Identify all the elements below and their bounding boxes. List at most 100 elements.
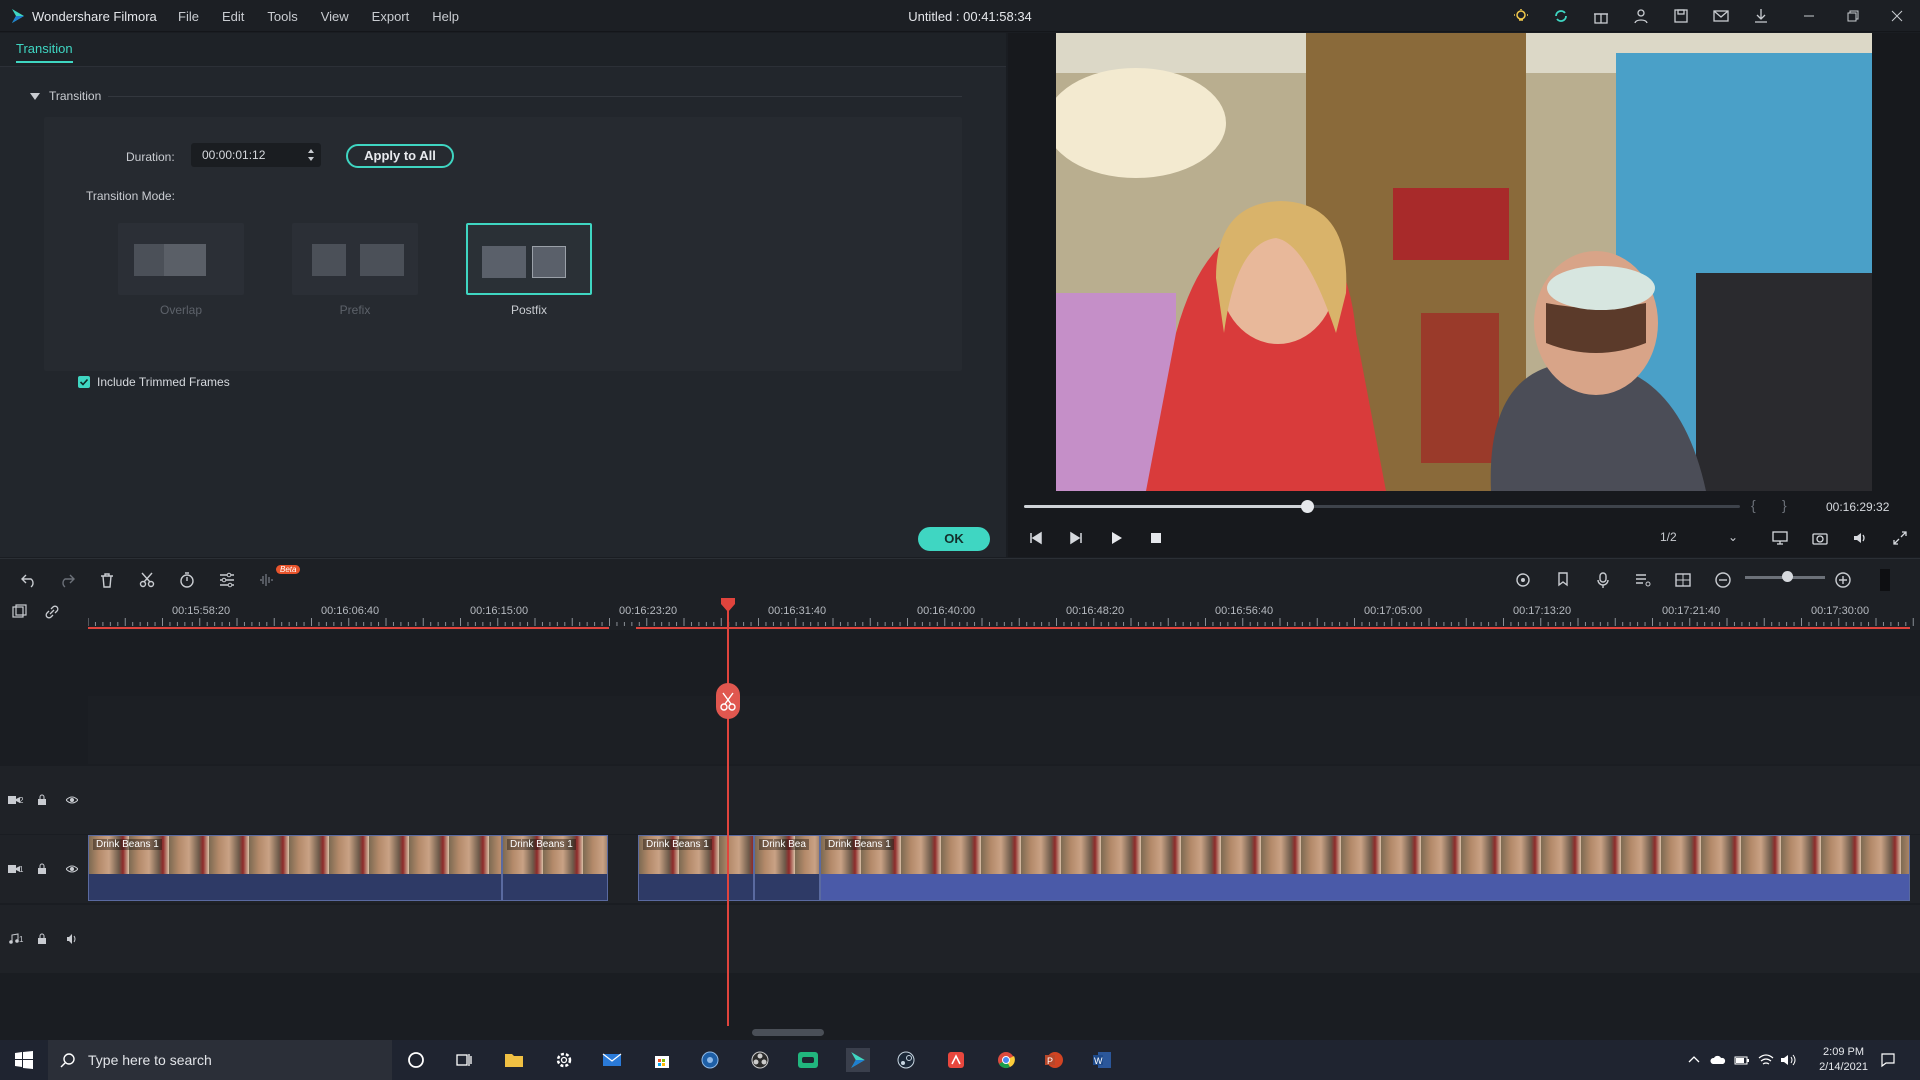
timeline-ruler[interactable]: 00:15:58:20 00:16:06:40 00:16:15:00 00:1… [0,598,1920,630]
settings-gear-icon[interactable] [552,1048,576,1072]
playhead-line[interactable] [727,598,729,1026]
mode-overlap[interactable] [118,223,244,295]
close-icon[interactable] [1888,7,1906,25]
transition-mode-label: Transition Mode: [86,189,175,203]
link-icon[interactable] [44,604,60,620]
mode-postfix-label: Postfix [510,303,547,317]
sync-icon[interactable] [1552,7,1570,25]
save-icon[interactable] [1672,7,1690,25]
audio-stretch-icon[interactable] [258,571,276,589]
speaker-icon[interactable] [66,933,78,945]
apply-to-all-button[interactable]: Apply to All [346,144,454,168]
task-view-icon[interactable] [452,1048,476,1072]
gamepad-app-icon[interactable] [796,1048,820,1072]
timeline-clip[interactable]: Drink Beans 1 [502,835,608,901]
marker-icon[interactable] [1554,571,1572,589]
mail-app-icon[interactable] [600,1048,624,1072]
display-settings-icon[interactable] [1772,530,1788,546]
clock-date: 2/14/2021 [1819,1061,1868,1073]
ok-button[interactable]: OK [918,527,990,551]
account-icon[interactable] [1632,7,1650,25]
notifications-icon[interactable] [1876,1048,1900,1072]
scrubber-progress [1024,505,1307,508]
lock-icon[interactable] [36,933,48,945]
steam-icon[interactable] [894,1048,918,1072]
voiceover-list-icon[interactable] [1634,571,1652,589]
cut-icon[interactable] [138,571,156,589]
add-track-icon[interactable] [12,604,28,620]
timeline-pause-toggle[interactable] [1880,569,1890,591]
track-video-2[interactable] [88,766,1920,834]
minimize-icon[interactable] [1800,7,1818,25]
cortana-icon[interactable] [404,1048,428,1072]
lock-icon[interactable] [36,863,48,875]
onedrive-icon[interactable] [1706,1048,1730,1072]
download-icon[interactable] [1752,7,1770,25]
spinner-arrows-icon[interactable] [307,147,315,163]
play-icon[interactable] [1108,530,1124,546]
restore-icon[interactable] [1844,7,1862,25]
mode-prefix[interactable] [292,223,418,295]
wifi-icon[interactable] [1754,1048,1778,1072]
mail-icon[interactable] [1712,7,1730,25]
video-preview-frame[interactable] [1056,33,1872,491]
timeline-horizontal-scrollbar[interactable] [752,1029,824,1036]
preview-scrubber[interactable] [1024,500,1740,513]
battery-icon[interactable] [1730,1048,1754,1072]
mark-in-icon[interactable]: { [1751,497,1756,513]
mark-out-icon[interactable]: } [1782,497,1787,513]
duration-field[interactable]: 00:00:01:12 [191,143,321,167]
mode-postfix[interactable] [466,223,592,295]
svg-text:W: W [1094,1056,1103,1066]
playhead-handle-icon[interactable] [720,598,736,612]
lock-icon[interactable] [36,794,48,806]
speaker-tray-icon[interactable] [1776,1048,1800,1072]
filmora-taskbar-icon[interactable] [846,1048,870,1072]
timeline-clip[interactable]: Drink Beans 1 [820,835,1910,901]
pip-icon[interactable] [1674,571,1692,589]
track-header-video-2: 2 [0,766,88,834]
previous-frame-icon[interactable] [1028,530,1044,546]
obs-icon[interactable] [748,1048,772,1072]
preview-quality-select[interactable]: 1/2 ⌄ [1660,530,1740,548]
redo-icon[interactable] [58,571,76,589]
stop-icon[interactable] [1148,530,1164,546]
zoom-in-icon[interactable] [1834,571,1852,589]
bulb-icon[interactable] [1512,7,1530,25]
delete-icon[interactable] [98,571,116,589]
fullscreen-icon[interactable] [1892,530,1908,546]
scrubber-handle[interactable] [1300,500,1314,513]
adjust-icon[interactable] [218,571,236,589]
section-header[interactable]: Transition [30,89,101,103]
app-circle-icon[interactable] [698,1048,722,1072]
powerpoint-icon[interactable]: P [1042,1048,1066,1072]
zoom-slider-handle[interactable] [1782,571,1793,582]
zoom-out-icon[interactable] [1714,571,1732,589]
play-reverse-icon[interactable] [1068,530,1084,546]
timeline-clip[interactable]: Drink Beans 1 [638,835,754,901]
undo-icon[interactable] [20,571,38,589]
tab-transition[interactable]: Transition [16,41,73,63]
include-trimmed-frames-checkbox[interactable]: Include Trimmed Frames [78,375,230,389]
render-icon[interactable] [1514,571,1532,589]
eye-icon[interactable] [66,863,78,875]
tray-chevron-up-icon[interactable] [1682,1048,1706,1072]
microphone-icon[interactable] [1594,571,1612,589]
speed-icon[interactable] [178,571,196,589]
timeline-clip[interactable]: Drink Beans 1 [88,835,502,901]
gift-icon[interactable] [1592,7,1610,25]
timeline-clip[interactable]: Drink Bea [754,835,820,901]
taskbar-search-box[interactable]: Type here to search [48,1040,392,1080]
windows-start-icon[interactable] [12,1048,36,1072]
file-explorer-icon[interactable] [502,1048,526,1072]
store-icon[interactable] [650,1048,674,1072]
system-clock[interactable]: 2:09 PM 2/14/2021 [1819,1045,1868,1075]
track-audio-1[interactable] [88,905,1920,973]
split-scissors-icon[interactable] [716,683,740,719]
volume-icon[interactable] [1852,530,1868,546]
red-app-icon[interactable] [944,1048,968,1072]
eye-icon[interactable] [66,794,78,806]
chrome-icon[interactable] [994,1048,1018,1072]
word-icon[interactable]: W [1090,1048,1114,1072]
snapshot-icon[interactable] [1812,530,1828,546]
